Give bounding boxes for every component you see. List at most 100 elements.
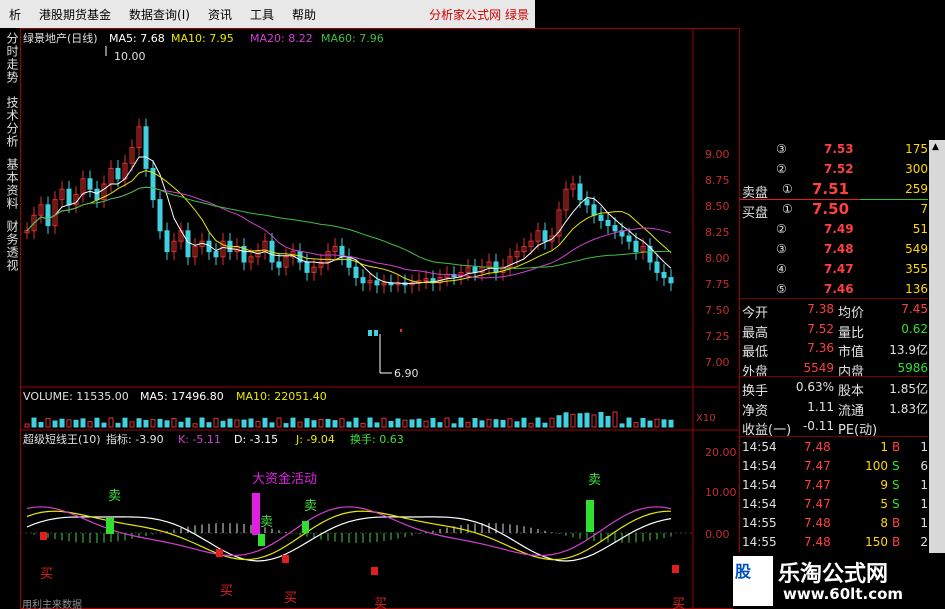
volume-bar bbox=[87, 421, 93, 428]
tick-count: 1 bbox=[920, 440, 928, 454]
volume-bar bbox=[486, 418, 492, 428]
volume-bar bbox=[654, 418, 660, 428]
sell-bar bbox=[302, 521, 309, 533]
candle-body bbox=[157, 199, 163, 232]
menu-item-analysis[interactable]: 析 bbox=[0, 6, 30, 23]
stat-label: 换手 bbox=[742, 384, 769, 399]
ma5-label: MA5: 7.68 bbox=[109, 32, 165, 45]
side-tab-financials[interactable]: 财务透视 bbox=[2, 220, 19, 272]
volume-bar bbox=[521, 417, 527, 428]
order-book-row[interactable]: 卖盘 ① 7.51 259 bbox=[740, 180, 928, 201]
candle-body bbox=[346, 256, 352, 268]
volume-bar bbox=[129, 421, 135, 428]
candle-body bbox=[360, 277, 366, 284]
volume-bar bbox=[73, 419, 79, 428]
candle-body bbox=[668, 277, 674, 284]
order-book-row[interactable]: ② 7.49 51 bbox=[740, 220, 928, 240]
quote-scrollbar[interactable]: ▲ bbox=[929, 140, 945, 609]
sell-signal: 卖 bbox=[108, 489, 121, 504]
volume-bar bbox=[136, 418, 142, 428]
volume-bar bbox=[94, 417, 100, 428]
buy-signal: 买 bbox=[284, 591, 297, 606]
order-book-row[interactable]: ② 7.52 300 bbox=[740, 160, 928, 180]
volume-bar bbox=[605, 415, 611, 428]
order-volume: 355 bbox=[905, 262, 928, 276]
order-book-row[interactable]: ③ 7.48 549 bbox=[740, 240, 928, 260]
stat-label: 均价 bbox=[838, 306, 865, 321]
tick-price: 7.48 bbox=[804, 535, 831, 549]
order-price: 7.53 bbox=[824, 142, 854, 156]
stock-title: 绿景地产(日线) bbox=[23, 31, 98, 45]
candle-body bbox=[612, 225, 618, 232]
volume-bar bbox=[283, 423, 289, 428]
volume-bar bbox=[199, 417, 205, 428]
scroll-up-icon[interactable]: ▲ bbox=[932, 142, 939, 152]
volume-bar bbox=[192, 423, 198, 428]
menu-item-hk-futures-funds[interactable]: 港股期货基金 bbox=[30, 6, 120, 23]
volume-bar bbox=[150, 419, 156, 428]
volume-bar bbox=[164, 420, 170, 428]
order-book-row[interactable]: ③ 7.53 175 bbox=[740, 140, 928, 160]
tick-row: 14:54 7.47 100 S 6 bbox=[740, 457, 928, 477]
tick-row: 14:54 7.47 9 S 1 bbox=[740, 476, 928, 496]
kline-chart[interactable]: 绿景地产(日线) MA5: 7.68 MA10: 7.95 MA20: 8.22… bbox=[20, 28, 740, 609]
menu-item-news[interactable]: 资讯 bbox=[199, 6, 241, 23]
volume-bar bbox=[185, 417, 191, 428]
tick-count: 2 bbox=[920, 535, 928, 549]
bid-ask-separator bbox=[740, 199, 860, 200]
volume-bar bbox=[395, 418, 401, 428]
volume-bar bbox=[143, 419, 149, 428]
volume-bar bbox=[493, 419, 499, 428]
indicator-name: 超级短线王(10) bbox=[23, 432, 101, 446]
volume-bar bbox=[276, 417, 282, 428]
volume-bar bbox=[213, 417, 219, 428]
volume-bar bbox=[241, 419, 247, 428]
stat-label: 今开 bbox=[742, 306, 769, 321]
section-separator bbox=[740, 376, 928, 377]
volume-bar bbox=[500, 419, 506, 428]
indicator-line bbox=[26, 506, 672, 557]
stat-value: 1.11 bbox=[807, 399, 834, 414]
volume-bar bbox=[514, 421, 520, 428]
tick-row: 14:55 7.48 150 B 2 bbox=[740, 533, 928, 553]
volume-bar bbox=[626, 417, 632, 428]
tick-price: 7.47 bbox=[804, 459, 831, 473]
isolated-candle bbox=[368, 330, 372, 336]
volume-bar bbox=[640, 417, 646, 428]
side-tab-fundamentals[interactable]: 基本资料 bbox=[2, 158, 19, 210]
volume-bar bbox=[360, 423, 366, 428]
order-book-row[interactable]: 买盘 ① 7.50 7 bbox=[740, 200, 928, 221]
menu-item-data-query[interactable]: 数据查询(I) bbox=[120, 6, 199, 23]
volume-bar bbox=[668, 419, 674, 428]
volume-bar bbox=[80, 418, 86, 428]
stat-row: 换手 0.63% 股本 1.85亿 bbox=[740, 378, 928, 399]
tick-time: 14:55 bbox=[742, 516, 777, 530]
order-book-row[interactable]: ④ 7.47 355 bbox=[740, 260, 928, 280]
candle-body bbox=[353, 266, 359, 279]
side-tab-technical[interactable]: 技术分析 bbox=[2, 96, 19, 148]
volume-bar bbox=[255, 420, 261, 428]
menu-item-help[interactable]: 帮助 bbox=[283, 6, 325, 23]
candle-body bbox=[661, 271, 667, 279]
tick-side: S bbox=[892, 478, 900, 492]
buy-marker bbox=[371, 567, 378, 575]
volume-bar bbox=[535, 417, 541, 428]
price-axis-label: 8.25 bbox=[705, 226, 730, 239]
menu-item-tools[interactable]: 工具 bbox=[241, 6, 283, 23]
stat-row: 收益(一) -0.11 PE(动) bbox=[740, 417, 928, 438]
stat-label: 最低 bbox=[742, 345, 769, 360]
candlestick-series bbox=[24, 118, 674, 294]
volume-ma10-label: MA10: 22051.40 bbox=[236, 390, 327, 403]
volume-scale: X10 bbox=[696, 413, 716, 424]
volume-bar bbox=[598, 411, 604, 428]
stat-label: 量比 bbox=[838, 325, 865, 341]
candle-body bbox=[143, 126, 149, 169]
volume-bar bbox=[542, 422, 548, 428]
tick-price: 7.48 bbox=[804, 516, 831, 530]
order-book-row[interactable]: ⑤ 7.46 136 bbox=[740, 280, 928, 300]
volume-bar bbox=[444, 417, 450, 428]
volume-bar bbox=[507, 418, 513, 428]
tick-volume: 9 bbox=[880, 478, 888, 492]
tick-time: 14:54 bbox=[742, 497, 777, 511]
side-tab-timeshare[interactable]: 分时走势 bbox=[2, 32, 19, 84]
